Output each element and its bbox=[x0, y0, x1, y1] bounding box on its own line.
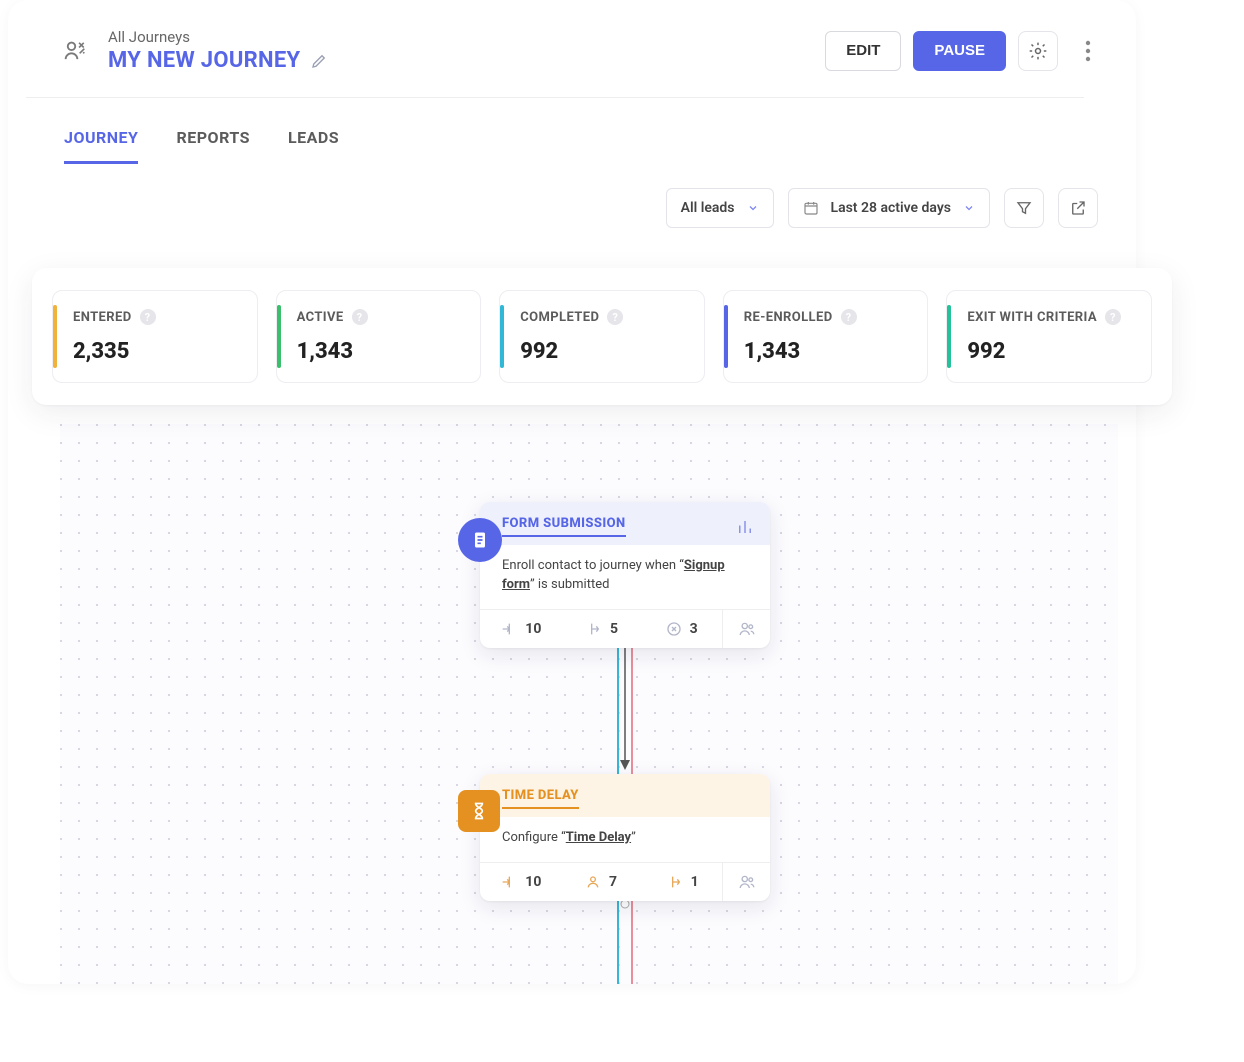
stat-value: 1,343 bbox=[744, 339, 908, 364]
node-description: Enroll contact to journey when “Signup f… bbox=[480, 545, 770, 609]
node-users-button[interactable] bbox=[722, 610, 770, 648]
users-icon bbox=[737, 620, 757, 638]
node-description: Configure “Time Delay” bbox=[480, 817, 770, 862]
chevron-down-icon bbox=[963, 202, 975, 214]
stat-value: 992 bbox=[520, 339, 684, 364]
fail-icon bbox=[666, 621, 682, 637]
tab-leads[interactable]: LEADS bbox=[288, 128, 339, 164]
page-title: MY NEW JOURNEY bbox=[108, 48, 300, 73]
person-icon bbox=[585, 874, 601, 890]
help-icon[interactable]: ? bbox=[841, 309, 857, 325]
hourglass-icon bbox=[458, 790, 500, 832]
edit-button[interactable]: EDIT bbox=[825, 31, 901, 71]
node-title: FORM SUBMISSION bbox=[502, 516, 626, 537]
help-icon[interactable]: ? bbox=[607, 309, 623, 325]
metric-exited[interactable]: 5 bbox=[561, 611, 642, 647]
node-users-button[interactable] bbox=[722, 863, 770, 901]
stat-card-entered[interactable]: ENTERED? 2,335 bbox=[52, 290, 258, 383]
enter-icon bbox=[499, 874, 517, 890]
gear-icon bbox=[1028, 41, 1048, 61]
pause-button[interactable]: PAUSE bbox=[913, 31, 1006, 71]
node-title: TIME DELAY bbox=[502, 788, 579, 809]
bar-chart-icon[interactable] bbox=[736, 518, 754, 536]
help-icon[interactable]: ? bbox=[140, 309, 156, 325]
stat-value: 2,335 bbox=[73, 339, 237, 364]
stat-card-exit-criteria[interactable]: EXIT WITH CRITERIA? 992 bbox=[946, 290, 1152, 383]
form-icon bbox=[458, 518, 502, 562]
tab-journey[interactable]: JOURNEY bbox=[64, 128, 138, 164]
metric-entered[interactable]: 10 bbox=[480, 611, 561, 647]
users-icon bbox=[737, 873, 757, 891]
stat-value: 1,343 bbox=[297, 339, 461, 364]
help-icon[interactable]: ? bbox=[352, 309, 368, 325]
date-filter-label: Last 28 active days bbox=[831, 200, 952, 216]
node-form-submission[interactable]: FORM SUBMISSION Enroll contact to journe… bbox=[480, 502, 770, 648]
funnel-icon bbox=[1015, 199, 1033, 217]
chevron-down-icon bbox=[747, 202, 759, 214]
more-button[interactable] bbox=[1070, 31, 1106, 71]
stat-card-completed[interactable]: COMPLETED? 992 bbox=[499, 290, 705, 383]
settings-button[interactable] bbox=[1018, 31, 1058, 71]
open-external-button[interactable] bbox=[1058, 188, 1098, 228]
exit-icon bbox=[665, 874, 683, 890]
help-icon[interactable]: ? bbox=[1105, 309, 1121, 325]
stats-panel: ENTERED? 2,335 ACTIVE? 1,343 COMPLETED? … bbox=[32, 268, 1172, 405]
node-time-delay[interactable]: TIME DELAY Configure “Time Delay” 10 7 bbox=[480, 774, 770, 901]
stat-value: 992 bbox=[967, 339, 1131, 364]
enter-icon bbox=[499, 621, 517, 637]
journey-icon bbox=[60, 36, 90, 66]
metric-failed[interactable]: 3 bbox=[641, 611, 722, 647]
date-filter-select[interactable]: Last 28 active days bbox=[788, 188, 991, 228]
metric-exited[interactable]: 1 bbox=[641, 864, 722, 900]
breadcrumb[interactable]: All Journeys bbox=[108, 28, 328, 46]
stat-card-reenrolled[interactable]: RE-ENROLLED? 1,343 bbox=[723, 290, 929, 383]
tab-reports[interactable]: REPORTS bbox=[176, 128, 250, 164]
leads-filter-label: All leads bbox=[681, 200, 735, 216]
exit-icon bbox=[584, 621, 602, 637]
metric-entered[interactable]: 10 bbox=[480, 864, 561, 900]
filter-button[interactable] bbox=[1004, 188, 1044, 228]
calendar-icon bbox=[803, 200, 819, 216]
more-vertical-icon bbox=[1085, 40, 1091, 62]
edit-title-icon[interactable] bbox=[310, 52, 328, 70]
leads-filter-select[interactable]: All leads bbox=[666, 188, 774, 228]
metric-active[interactable]: 7 bbox=[561, 864, 642, 900]
external-link-icon bbox=[1069, 199, 1087, 217]
stat-card-active[interactable]: ACTIVE? 1,343 bbox=[276, 290, 482, 383]
